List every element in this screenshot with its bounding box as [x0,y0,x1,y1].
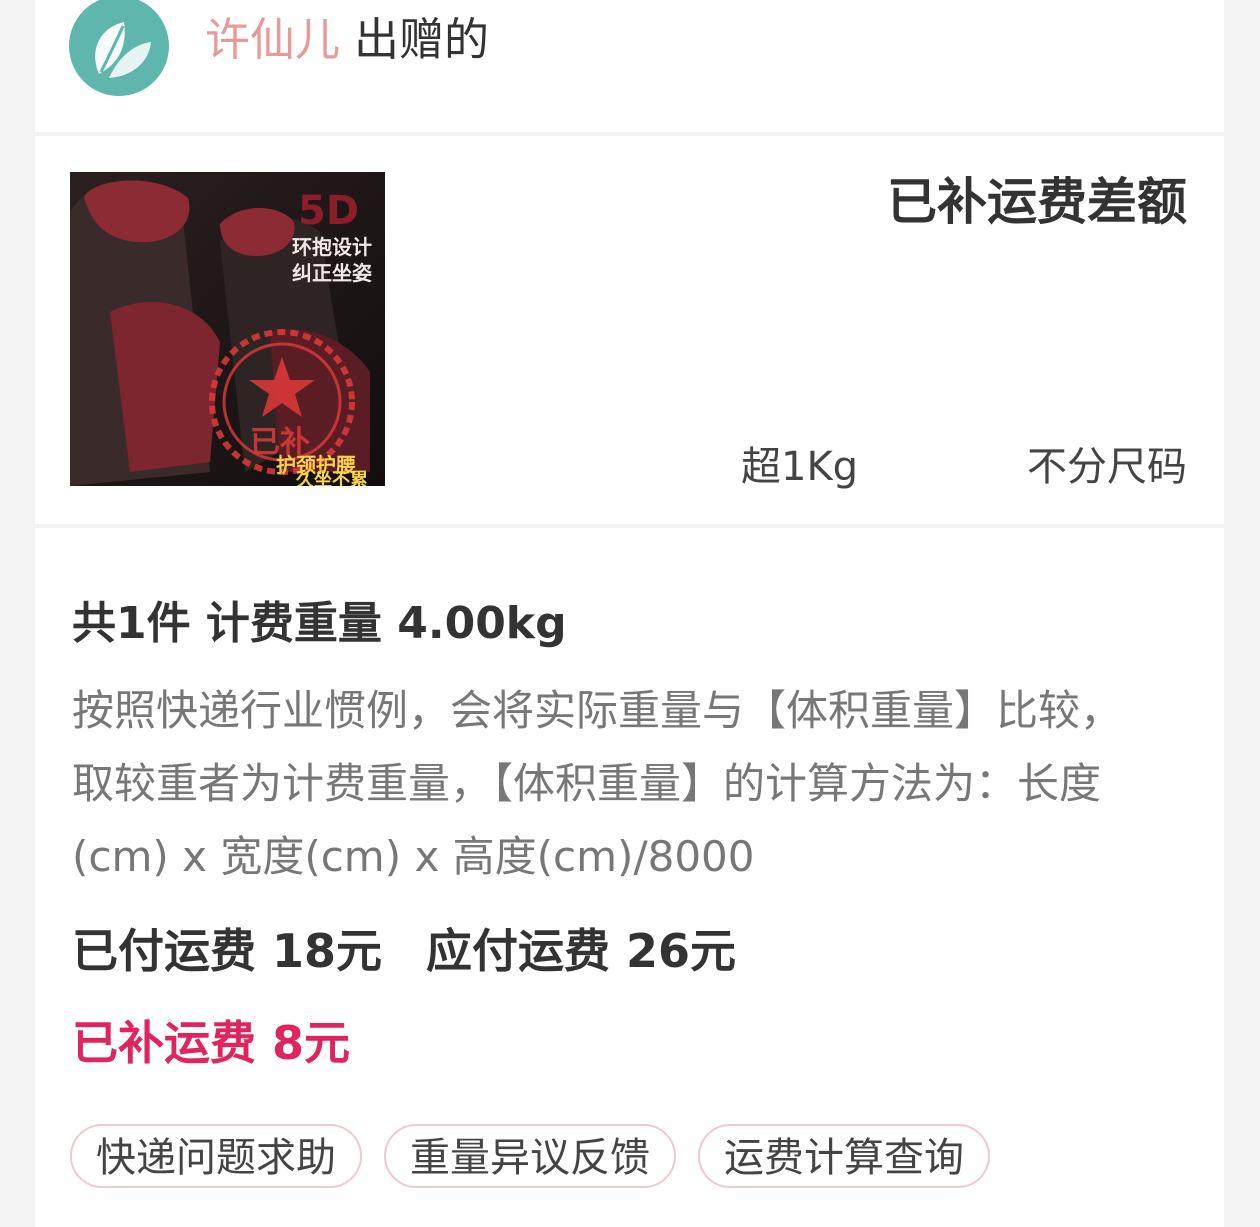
weight-feedback-button[interactable]: 重量异议反馈 [384,1124,676,1188]
supplement-fee: 已补运费 8元 [72,1016,351,1070]
image-line1: 环抱设计 [292,235,372,259]
spec-size: 不分尺码 [1027,444,1187,490]
badge-5d: 5D [298,188,359,234]
fee-line: 已付运费 18元 应付运费 26元 [72,922,736,980]
sender-suffix: 出赠的 [354,13,490,66]
weight-summary: 共1件 计费重量 4.00kg [72,598,567,649]
sender-line: 许仙儿 出赠的 [205,12,489,68]
spec-weight: 超1Kg [741,444,859,490]
due-fee: 应付运费 26元 [426,924,737,978]
product-image[interactable]: 5D 环抱设计 纠正坐姿 已补 护颈护腰 久坐不累 [70,172,385,486]
paid-fee: 已付运费 18元 [72,924,383,978]
sender-name[interactable]: 许仙儿 [205,13,340,66]
product-card[interactable]: 5D 环抱设计 纠正坐姿 已补 护颈护腰 久坐不累 已补运费差额 超1Kg 不分… [35,136,1224,524]
action-buttons: 快递问题求助 重量异议反馈 运费计算查询 [70,1124,990,1188]
shipping-details: 共1件 计费重量 4.00kg 按照快递行业惯例，会将实际重量与【体积重量】比较… [35,528,1224,1227]
image-line2: 纠正坐姿 [292,261,372,285]
leaf-avatar-icon[interactable] [69,0,169,96]
status-title: 已补运费差额 [887,173,1187,231]
express-help-button[interactable]: 快递问题求助 [70,1124,362,1188]
fee-query-button[interactable]: 运费计算查询 [698,1124,990,1188]
weight-explanation: 按照快递行业惯例，会将实际重量与【体积重量】比较，取较重者为计费重量，【体积重量… [72,686,1123,881]
image-line4: 久坐不累 [296,469,368,486]
gift-header: 许仙儿 出赠的 [35,0,1224,132]
